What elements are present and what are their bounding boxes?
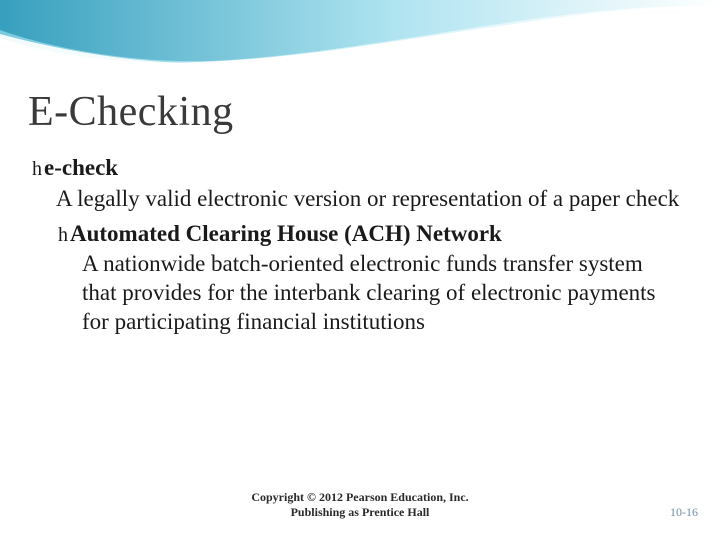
bullet-level-2: hAutomated Clearing House (ACH) Network … [58,220,680,337]
page-number: 10-16 [670,505,698,520]
definition-text: A nationwide batch-oriented electronic f… [82,250,680,336]
definition-text: A legally valid electronic version or re… [56,185,680,214]
copyright-line-2: Publishing as Prentice Hall [291,505,430,519]
copyright-footer: Copyright © 2012 Pearson Education, Inc.… [0,490,720,520]
bullet-level-1: he-check A legally valid electronic vers… [32,154,680,214]
term-text: e-check [44,155,118,180]
slide-body: he-check A legally valid electronic vers… [28,154,680,337]
bullet-glyph-icon: h [58,223,68,248]
slide-title: E-Checking [28,88,680,136]
copyright-line-1: Copyright © 2012 Pearson Education, Inc. [251,490,468,504]
slide: E-Checking he-check A legally valid elec… [0,0,720,540]
bullet-glyph-icon: h [32,157,42,182]
term-text: Automated Clearing House (ACH) Network [70,221,502,246]
